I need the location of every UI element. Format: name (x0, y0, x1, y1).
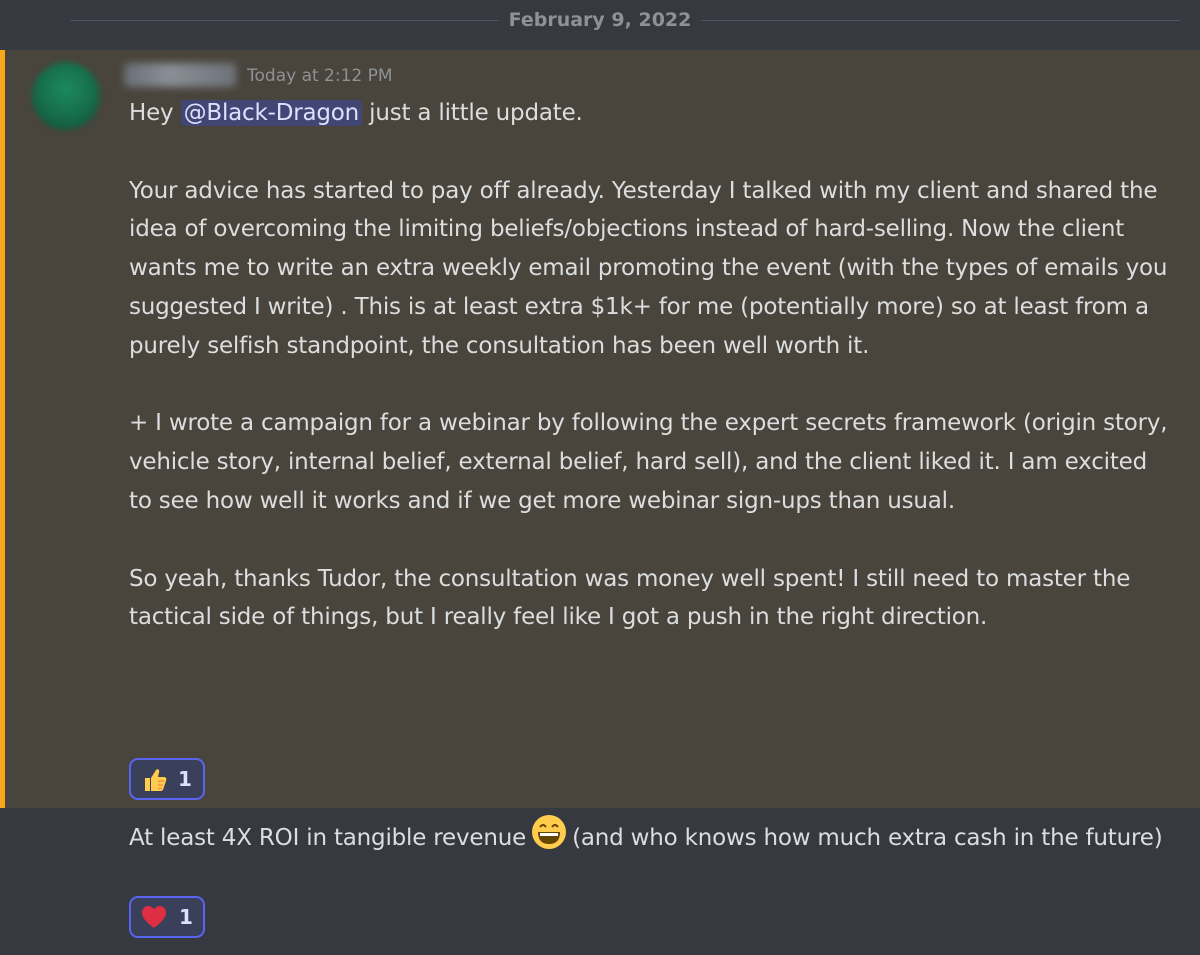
followup-text-after: (and who knows how much extra cash in th… (572, 825, 1163, 851)
message-content: Hey @Black-Dragon just a little update. … (129, 94, 1169, 637)
message-paragraph: Your advice has started to pay off alrea… (129, 177, 1168, 359)
followup-message-content: At least 4X ROI in tangible revenue (and … (129, 813, 1169, 858)
greeting-suffix: just a little update. (362, 100, 583, 126)
username-blurred[interactable] (124, 63, 236, 87)
avatar[interactable] (32, 62, 100, 130)
mention-highlight-bar (0, 50, 5, 808)
message-paragraph: + I wrote a campaign for a webinar by fo… (129, 410, 1168, 514)
grinning-face-icon[interactable] (530, 813, 568, 851)
followup-text-before: At least 4X ROI in tangible revenue (129, 825, 527, 851)
user-mention[interactable]: @Black-Dragon (180, 100, 363, 126)
message-paragraph: At least 4X ROI in tangible revenue (and … (129, 813, 1169, 858)
thumbs-up-icon (142, 767, 167, 791)
reaction-count: 1 (178, 767, 192, 791)
date-divider-label: February 9, 2022 (498, 9, 702, 31)
reaction-thumbs-up[interactable]: 1 (129, 758, 205, 800)
message-paragraph: Hey @Black-Dragon just a little update. (129, 94, 1169, 133)
reaction-count: 1 (179, 905, 193, 929)
date-divider: February 9, 2022 (0, 0, 1200, 50)
red-heart-icon (141, 905, 167, 929)
reaction-heart[interactable]: 1 (129, 896, 205, 938)
greeting-prefix: Hey (129, 100, 181, 126)
message-paragraph: So yeah, thanks Tudor, the consultation … (129, 565, 1131, 631)
message-timestamp[interactable]: Today at 2:12 PM (247, 66, 393, 86)
